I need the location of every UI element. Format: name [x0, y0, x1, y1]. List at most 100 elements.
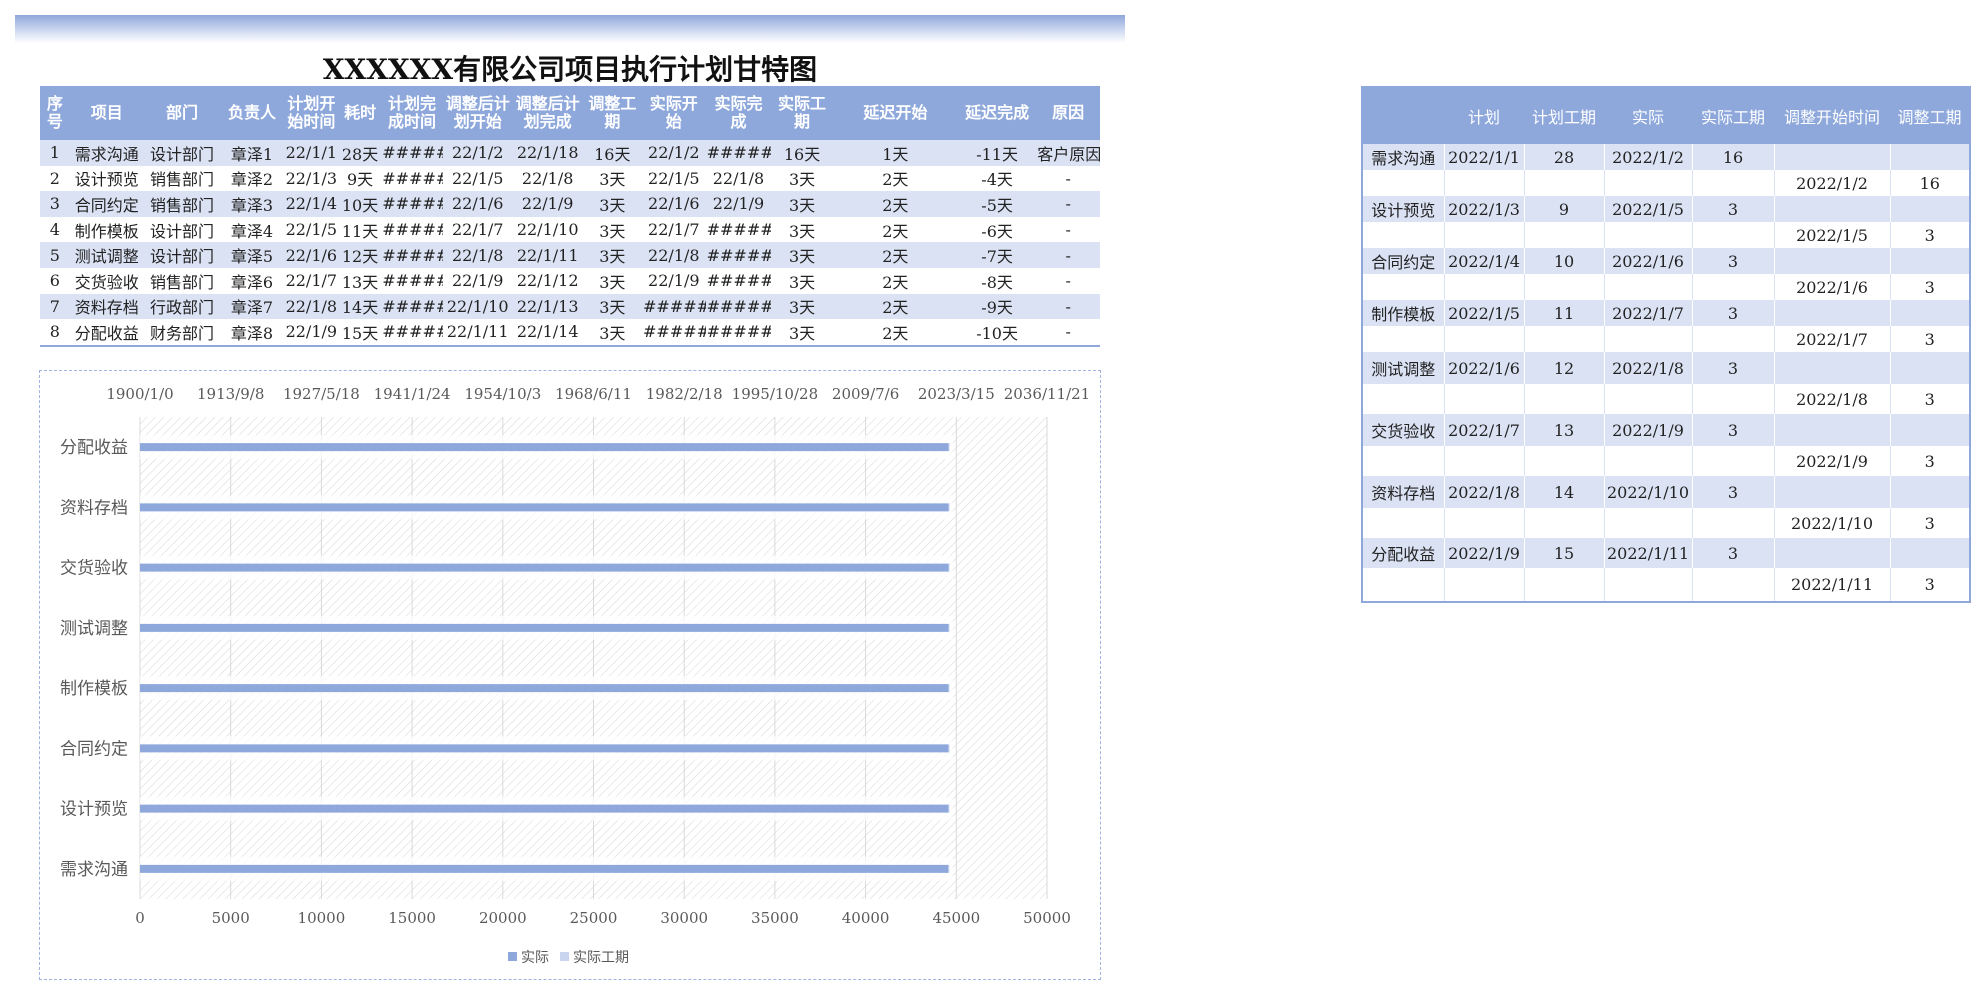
table-row: 交货验收 2022/1/7 13 2022/1/9 3	[1361, 414, 1970, 446]
table-cell: 设计部门	[143, 216, 221, 243]
table-cell: 22/1/8	[283, 293, 339, 320]
table-cell: 3天	[771, 319, 833, 346]
legend-label-actual: 实际	[521, 950, 549, 966]
bar-actual	[140, 744, 949, 753]
bar-actual	[140, 684, 949, 693]
table-cell	[1889, 476, 1970, 508]
x-top-tick-label: 1995/10/28	[732, 385, 818, 403]
table-cell: 2022/1/2	[1603, 144, 1692, 170]
table-row: 2022/1/7 3	[1361, 326, 1970, 352]
table-cell: 2天	[832, 242, 958, 268]
bar-actual	[140, 623, 949, 632]
table-cell: 3	[1889, 326, 1970, 352]
plan-header-cell: 延迟完成	[957, 86, 1037, 140]
table-cell: 3天	[582, 319, 642, 346]
table-cell: 22/1/8	[705, 165, 772, 192]
plan-header-cell: 部门	[143, 86, 221, 140]
table-cell: 3	[1889, 222, 1970, 248]
table-cell: -	[1036, 191, 1100, 217]
table-cell	[1443, 508, 1524, 538]
table-cell: 16	[1691, 144, 1774, 170]
table-cell: 22/1/1	[283, 140, 339, 166]
bar-actual-duration	[948, 563, 950, 572]
table-cell: 2天	[832, 293, 958, 320]
table-cell	[1691, 508, 1774, 538]
legend-label-duration: 实际工期	[573, 950, 629, 966]
x-top-tick-label: 2009/7/6	[832, 385, 899, 403]
plan-table-header: 序号 项目 部门 负责人 计划开始时间 耗时 计划完成时间 调整后计划开始 调整后计划完成 调整工…	[40, 86, 1100, 140]
table-cell	[1889, 414, 1970, 446]
table-cell	[1361, 568, 1444, 602]
table-cell: 制作模板	[69, 216, 144, 243]
schedule-table-header: 计划 计划工期 实际 实际工期 调整开始时间 调整工期	[1362, 87, 1970, 144]
table-cell: 22/1/3	[283, 165, 339, 192]
table-cell: 客户原因	[1036, 140, 1100, 166]
x-tick-label: 5000	[212, 909, 250, 927]
x-top-tick-label: 1913/9/8	[197, 385, 264, 403]
table-cell: -9天	[957, 293, 1037, 320]
table-cell: 10	[1523, 248, 1604, 274]
bar-actual	[140, 864, 949, 873]
table-cell: 财务部门	[143, 319, 221, 346]
category-label: 合同约定	[60, 739, 128, 759]
table-row: 4制作模板设计部门章泽422/1/511天######22/1/722/1/10…	[40, 216, 1100, 243]
plan-header-cell: 调整后计划开始	[442, 86, 513, 140]
gantt-chart-svg: 需求沟通 设计预览 合同约定 制作模板 测试调整 交货验收 资料存档 分配收益 0 5000 100…	[60, 385, 1090, 966]
table-cell	[1523, 326, 1604, 352]
table-row: 3合同约定销售部门章泽322/1/410天######22/1/622/1/93…	[40, 191, 1100, 217]
table-cell: 9天	[338, 165, 382, 192]
table-cell	[1889, 538, 1970, 568]
plan-header-cell: 实际工期	[771, 86, 833, 140]
table-cell: -	[1036, 319, 1100, 346]
table-cell: 10天	[338, 191, 382, 217]
gantt-chart: 需求沟通 设计预览 合同约定 制作模板 测试调整 交货验收 资料存档 分配收益 0 5000 100…	[39, 370, 1101, 980]
table-cell: 16	[1889, 170, 1970, 196]
table-cell: 16天	[582, 140, 642, 166]
table-cell: 测试调整	[69, 242, 144, 268]
table-cell: 合同约定	[1361, 248, 1444, 274]
table-cell: 2天	[832, 191, 958, 217]
category-label: 制作模板	[60, 679, 128, 699]
table-row: 2022/1/8 3	[1361, 384, 1970, 414]
table-cell: ######	[381, 165, 443, 192]
table-cell: 2022/1/5	[1443, 300, 1524, 326]
table-cell: 3	[1889, 446, 1970, 476]
x-tick-label: 50000	[1023, 909, 1071, 927]
table-row: 资料存档 2022/1/8 14 2022/1/10 3	[1361, 476, 1970, 508]
table-cell: -4天	[957, 165, 1037, 192]
plan-header-cell: 调整后计划完成	[512, 86, 583, 140]
table-cell: 2022/1/5	[1773, 222, 1890, 248]
table-cell: ######	[705, 293, 772, 320]
plan-header-cell: 耗时	[338, 86, 382, 140]
table-cell: 22/1/11	[512, 242, 583, 268]
table-row: 8分配收益财务部门章泽822/1/915天######22/1/1122/1/1…	[40, 319, 1100, 346]
table-cell: 3天	[582, 216, 642, 243]
table-cell: 22/1/8	[512, 165, 583, 192]
table-cell	[1443, 446, 1524, 476]
table-cell: 3天	[771, 267, 833, 294]
table-cell: 22/1/2	[642, 140, 706, 166]
table-cell: 章泽1	[220, 140, 284, 166]
table-cell: ######	[705, 267, 772, 294]
table-cell: ######	[381, 191, 443, 217]
table-cell: 2022/1/6	[1603, 248, 1692, 274]
table-cell	[1443, 326, 1524, 352]
bar-actual	[140, 503, 949, 512]
x-tick-label: 10000	[298, 909, 346, 927]
table-cell: 22/1/8	[642, 242, 706, 268]
table-cell: -	[1036, 216, 1100, 243]
table-cell: 3	[1691, 476, 1774, 508]
table-cell	[1361, 446, 1444, 476]
table-cell: 章泽4	[220, 216, 284, 243]
table-cell: 资料存档	[69, 293, 144, 320]
table-row: 制作模板 2022/1/5 11 2022/1/7 3	[1361, 300, 1970, 326]
table-cell: 3天	[771, 191, 833, 217]
table-cell: -11天	[957, 140, 1037, 166]
category-label: 交货验收	[60, 559, 128, 579]
table-cell	[1691, 170, 1774, 196]
table-cell	[1443, 170, 1524, 196]
table-cell	[1773, 352, 1890, 384]
table-cell	[1691, 222, 1774, 248]
table-cell: -	[1036, 293, 1100, 320]
table-cell: 2022/1/9	[1443, 538, 1524, 568]
